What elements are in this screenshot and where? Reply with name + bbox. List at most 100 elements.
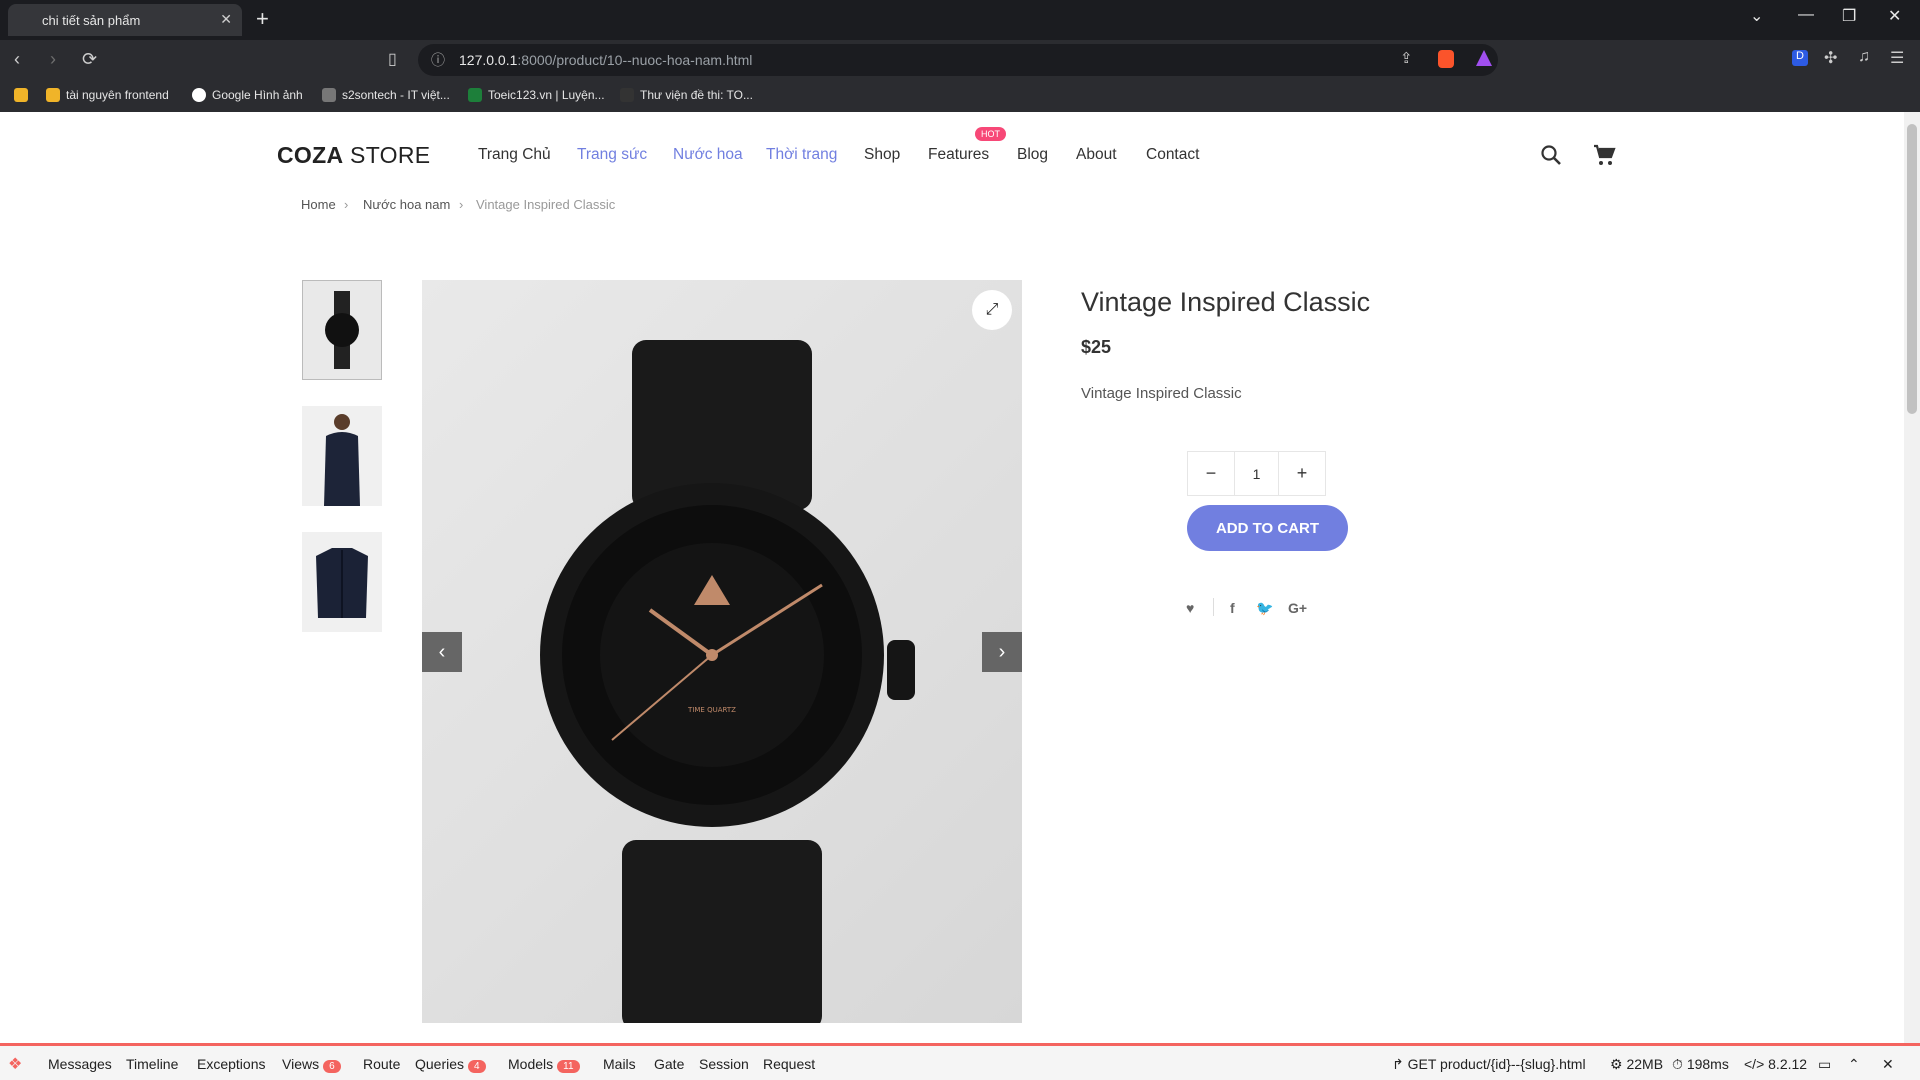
url-text[interactable]: 127.0.0.1:8000/product/10--nuoc-hoa-nam.… xyxy=(459,52,752,68)
time-info: ⏱ 198ms xyxy=(1672,1056,1729,1072)
tab-title: chi tiết sản phẩm xyxy=(42,13,141,28)
thumbnail-jacket[interactable] xyxy=(302,532,382,632)
search-icon[interactable] xyxy=(1540,144,1562,166)
menu-nuoc-hoa[interactable]: Nước hoa xyxy=(673,146,743,164)
bookmarks-bar: tài nguyên frontend Google Hình ảnh s2so… xyxy=(0,80,1920,112)
prev-image-button[interactable]: ‹ xyxy=(422,632,462,672)
route-info: ↱ GET product/{id}--{slug}.html xyxy=(1392,1056,1586,1072)
brave-shield-icon[interactable] xyxy=(1438,50,1454,68)
models-count-badge: 11 xyxy=(557,1060,580,1073)
menu-trang-chu[interactable]: Trang Chủ xyxy=(478,146,551,164)
collapse-icon[interactable]: ⌃ xyxy=(1848,1056,1860,1073)
menu-trang-suc[interactable]: Trang sức xyxy=(577,146,647,164)
google-plus-icon[interactable]: G+ xyxy=(1288,600,1307,616)
increase-quantity-button[interactable]: + xyxy=(1279,452,1325,495)
next-image-button[interactable]: › xyxy=(982,632,1022,672)
debug-tab-models[interactable]: Models 11 xyxy=(508,1056,580,1073)
menu-icon[interactable]: ☰ xyxy=(1890,48,1904,68)
queries-count-badge: 4 xyxy=(468,1060,486,1073)
restore-icon[interactable]: ❐ xyxy=(1842,6,1856,26)
bookmark-item[interactable]: Toeic123.vn | Luyện... xyxy=(468,88,605,102)
browser-tabbar: chi tiết sản phẩm ✕ + ⌄ — ❐ ✕ xyxy=(0,0,1920,40)
apps-folder-icon[interactable] xyxy=(14,88,28,102)
minimize-icon[interactable]: — xyxy=(1798,6,1814,24)
site-info-icon[interactable]: ⓘ xyxy=(431,50,445,70)
debug-tab-queries[interactable]: Queries 4 xyxy=(415,1056,486,1073)
product-title: Vintage Inspired Classic xyxy=(1081,287,1371,317)
extensions-icon[interactable]: ✣ xyxy=(1824,48,1837,68)
share-icon[interactable]: ⇪ xyxy=(1400,49,1413,67)
views-count-badge: 6 xyxy=(323,1060,341,1073)
forward-icon[interactable]: › xyxy=(50,49,56,70)
site-icon xyxy=(620,88,634,102)
menu-blog[interactable]: Blog xyxy=(1017,146,1048,164)
google-icon xyxy=(192,88,206,102)
laravel-logo-icon[interactable]: ❖ xyxy=(8,1054,22,1074)
breadcrumb-category[interactable]: Nước hoa nam xyxy=(363,197,450,212)
debug-tab-route[interactable]: Route xyxy=(363,1056,400,1072)
debug-tab-messages[interactable]: Messages xyxy=(48,1056,112,1072)
close-debugbar-icon[interactable]: ✕ xyxy=(1882,1056,1894,1073)
jacket-image xyxy=(316,548,368,618)
menu-shop[interactable]: Shop xyxy=(864,146,900,164)
new-tab-icon[interactable]: + xyxy=(256,6,269,32)
debug-tab-views[interactable]: Views 6 xyxy=(282,1056,341,1073)
product-price: $25 xyxy=(1081,337,1112,357)
folder-icon xyxy=(46,88,60,102)
breadcrumb-separator-icon: › xyxy=(459,197,464,212)
jacket-worn-image xyxy=(324,414,360,506)
url-path: :8000/product/10--nuoc-hoa-nam.html xyxy=(517,52,753,68)
debugbar: ❖ Messages Timeline Exceptions Views 6 Ro… xyxy=(0,1043,1920,1080)
menu-contact[interactable]: Contact xyxy=(1146,146,1199,164)
decrease-quantity-button[interactable]: − xyxy=(1188,452,1234,495)
watch-image: TIME QUARTZ xyxy=(540,340,915,1023)
menu-about[interactable]: About xyxy=(1076,146,1117,164)
browser-tab[interactable]: chi tiết sản phẩm ✕ xyxy=(8,4,242,36)
reload-icon[interactable]: ⟳ xyxy=(82,49,97,70)
close-window-icon[interactable]: ✕ xyxy=(1888,6,1901,26)
extension-d-icon[interactable]: D xyxy=(1792,50,1808,66)
site-icon xyxy=(468,88,482,102)
thumbnail-watch[interactable] xyxy=(302,280,382,380)
close-tab-icon[interactable]: ✕ xyxy=(220,11,232,28)
breadcrumb-separator-icon: › xyxy=(344,197,349,212)
debug-tab-session[interactable]: Session xyxy=(699,1056,749,1072)
facebook-icon[interactable]: f xyxy=(1230,600,1235,616)
menu-thoi-trang[interactable]: Thời trang xyxy=(766,146,837,164)
breadcrumb-current: Vintage Inspired Classic xyxy=(476,197,616,212)
tab-search-icon[interactable]: ⌄ xyxy=(1750,6,1763,26)
add-to-cart-button[interactable]: ADD TO CART xyxy=(1187,505,1348,551)
debug-tab-request[interactable]: Request xyxy=(763,1056,815,1072)
social-divider xyxy=(1213,598,1214,616)
expand-icon[interactable]: ⤢ xyxy=(972,290,1012,330)
quantity-stepper: − 1 + xyxy=(1187,451,1326,496)
thumbnail-jacket-worn[interactable] xyxy=(302,406,382,506)
bookmark-item[interactable]: Thư viện đề thi: TO... xyxy=(620,88,753,102)
site-icon xyxy=(322,88,336,102)
site-logo[interactable]: COZA STORE xyxy=(277,142,430,169)
back-icon[interactable]: ‹ xyxy=(14,49,20,70)
bookmark-item[interactable]: s2sontech - IT việt... xyxy=(322,88,450,102)
breadcrumb-home[interactable]: Home xyxy=(301,197,336,212)
product-main-image[interactable]: TIME QUARTZ xyxy=(422,280,1022,1023)
menu-features[interactable]: Features xyxy=(928,146,989,164)
quantity-input[interactable]: 1 xyxy=(1234,452,1279,495)
bookmark-icon[interactable]: ▯ xyxy=(388,49,397,69)
wishlist-heart-icon[interactable]: ♥ xyxy=(1186,600,1194,616)
debug-tab-timeline[interactable]: Timeline xyxy=(126,1056,178,1072)
bookmark-item[interactable]: Google Hình ảnh xyxy=(192,88,303,102)
debug-tab-mails[interactable]: Mails xyxy=(603,1056,636,1072)
bookmark-item[interactable]: tài nguyên frontend xyxy=(46,88,169,102)
twitter-icon[interactable]: 🐦 xyxy=(1256,600,1273,617)
media-icon[interactable]: ♫ xyxy=(1858,48,1870,66)
watch-dial-text: TIME QUARTZ xyxy=(687,706,736,714)
open-folder-icon[interactable]: ▭ xyxy=(1818,1056,1831,1073)
brave-rewards-icon[interactable] xyxy=(1476,50,1492,66)
debug-tab-exceptions[interactable]: Exceptions xyxy=(197,1056,265,1072)
scrollbar-thumb[interactable] xyxy=(1907,124,1917,414)
debug-tab-gate[interactable]: Gate xyxy=(654,1056,684,1072)
product-description: Vintage Inspired Classic xyxy=(1081,385,1242,402)
cart-icon[interactable] xyxy=(1592,143,1616,167)
watch-thumbnail-image xyxy=(325,291,359,369)
hot-badge: HOT xyxy=(975,127,1006,141)
